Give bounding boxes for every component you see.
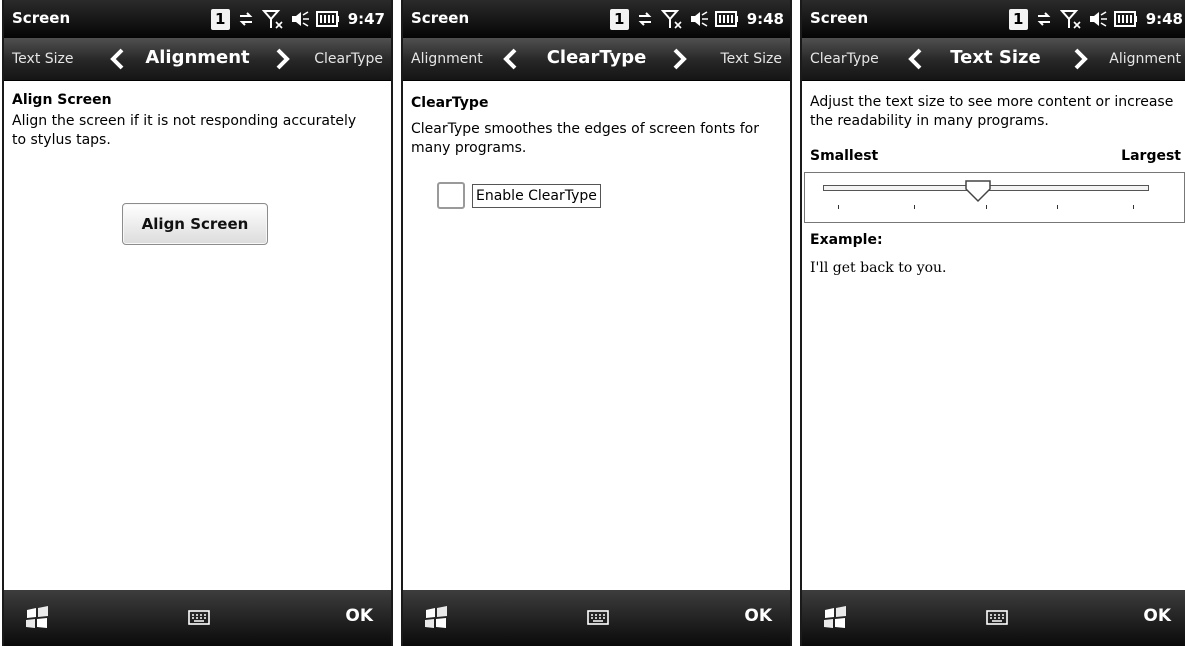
- slider-max-label: Largest: [1121, 148, 1181, 164]
- slider-tick: [1057, 205, 1058, 209]
- slider-thumb[interactable]: [964, 179, 992, 207]
- section-description: Align the screen if it is not responding…: [12, 113, 357, 148]
- status-title: Screen: [12, 9, 71, 27]
- no-signal-icon[interactable]: [261, 8, 284, 30]
- sync-arrows-icon[interactable]: [236, 9, 256, 29]
- slider-tick: [986, 205, 987, 209]
- enable-cleartype-label[interactable]: Enable ClearType: [472, 184, 601, 208]
- ok-softkey[interactable]: OK: [744, 606, 772, 626]
- section-heading: ClearType: [411, 95, 489, 111]
- settings-tab-bar: ClearType Text Size Alignment: [802, 38, 1185, 81]
- status-clock: 9:48: [1145, 10, 1183, 28]
- screen-alignment-panel: Screen 1 9:47 Text Size Alignment ClearT…: [2, 0, 393, 646]
- settings-tab-bar: Text Size Alignment ClearType: [4, 38, 391, 81]
- chevron-right-icon[interactable]: [671, 48, 689, 70]
- notification-one-icon[interactable]: 1: [1008, 8, 1028, 30]
- section-description: ClearType smoothes the edges of screen f…: [411, 121, 759, 156]
- status-bar: Screen 1 9:48: [802, 0, 1185, 38]
- section-heading: Align Screen: [12, 92, 112, 108]
- status-clock: 9:48: [746, 10, 784, 28]
- notification-one-icon[interactable]: 1: [609, 8, 629, 30]
- ok-softkey[interactable]: OK: [1143, 606, 1171, 626]
- battery-icon[interactable]: [315, 11, 340, 27]
- notification-one-icon[interactable]: 1: [210, 8, 230, 30]
- ok-softkey[interactable]: OK: [345, 606, 373, 626]
- status-title: Screen: [411, 9, 470, 27]
- windows-start-icon[interactable]: [822, 606, 848, 634]
- volume-icon[interactable]: [290, 9, 310, 29]
- chevron-right-icon[interactable]: [1072, 48, 1090, 70]
- volume-icon[interactable]: [689, 9, 709, 29]
- battery-icon[interactable]: [1113, 11, 1138, 27]
- content-area: ClearType ClearType smoothes the edges o…: [403, 82, 790, 590]
- screen-cleartype-panel: Screen 1 9:48 Alignment ClearType Text S…: [401, 0, 792, 646]
- no-signal-icon[interactable]: [1059, 8, 1082, 30]
- tab-next[interactable]: Alignment: [1109, 51, 1181, 67]
- keyboard-icon[interactable]: [985, 610, 1008, 629]
- keyboard-icon[interactable]: [586, 610, 609, 629]
- soft-key-bar: OK: [802, 590, 1185, 646]
- no-signal-icon[interactable]: [660, 8, 683, 30]
- volume-icon[interactable]: [1088, 9, 1108, 29]
- settings-tab-bar: Alignment ClearType Text Size: [403, 38, 790, 81]
- example-text: I'll get back to you.: [810, 260, 947, 276]
- status-title: Screen: [810, 9, 869, 27]
- screen-text-size-panel: Screen 1 9:48 ClearType Text Size Alignm…: [800, 0, 1185, 646]
- status-bar: Screen 1 9:47: [4, 0, 391, 38]
- keyboard-icon[interactable]: [187, 610, 210, 629]
- status-clock: 9:47: [347, 10, 385, 28]
- align-screen-button[interactable]: Align Screen: [122, 203, 268, 245]
- sync-arrows-icon[interactable]: [635, 9, 655, 29]
- slider-tick: [914, 205, 915, 209]
- chevron-right-icon[interactable]: [274, 48, 292, 70]
- soft-key-bar: OK: [403, 590, 790, 646]
- enable-cleartype-checkbox[interactable]: [437, 182, 465, 209]
- text-size-slider[interactable]: [804, 172, 1185, 223]
- windows-start-icon[interactable]: [423, 606, 449, 634]
- slider-tick: [1133, 205, 1134, 209]
- soft-key-bar: OK: [4, 590, 391, 646]
- content-area: Adjust the text size to see more content…: [802, 82, 1185, 590]
- sync-arrows-icon[interactable]: [1034, 9, 1054, 29]
- status-bar: Screen 1 9:48: [403, 0, 790, 38]
- tab-next[interactable]: Text Size: [720, 51, 782, 67]
- example-heading: Example:: [810, 232, 883, 248]
- battery-icon[interactable]: [714, 11, 739, 27]
- section-description: Adjust the text size to see more content…: [810, 94, 1174, 129]
- slider-min-label: Smallest: [810, 148, 879, 164]
- windows-start-icon[interactable]: [24, 606, 50, 634]
- tab-next[interactable]: ClearType: [314, 51, 383, 67]
- content-area: Align Screen Align the screen if it is n…: [4, 82, 391, 590]
- slider-tick: [838, 205, 839, 209]
